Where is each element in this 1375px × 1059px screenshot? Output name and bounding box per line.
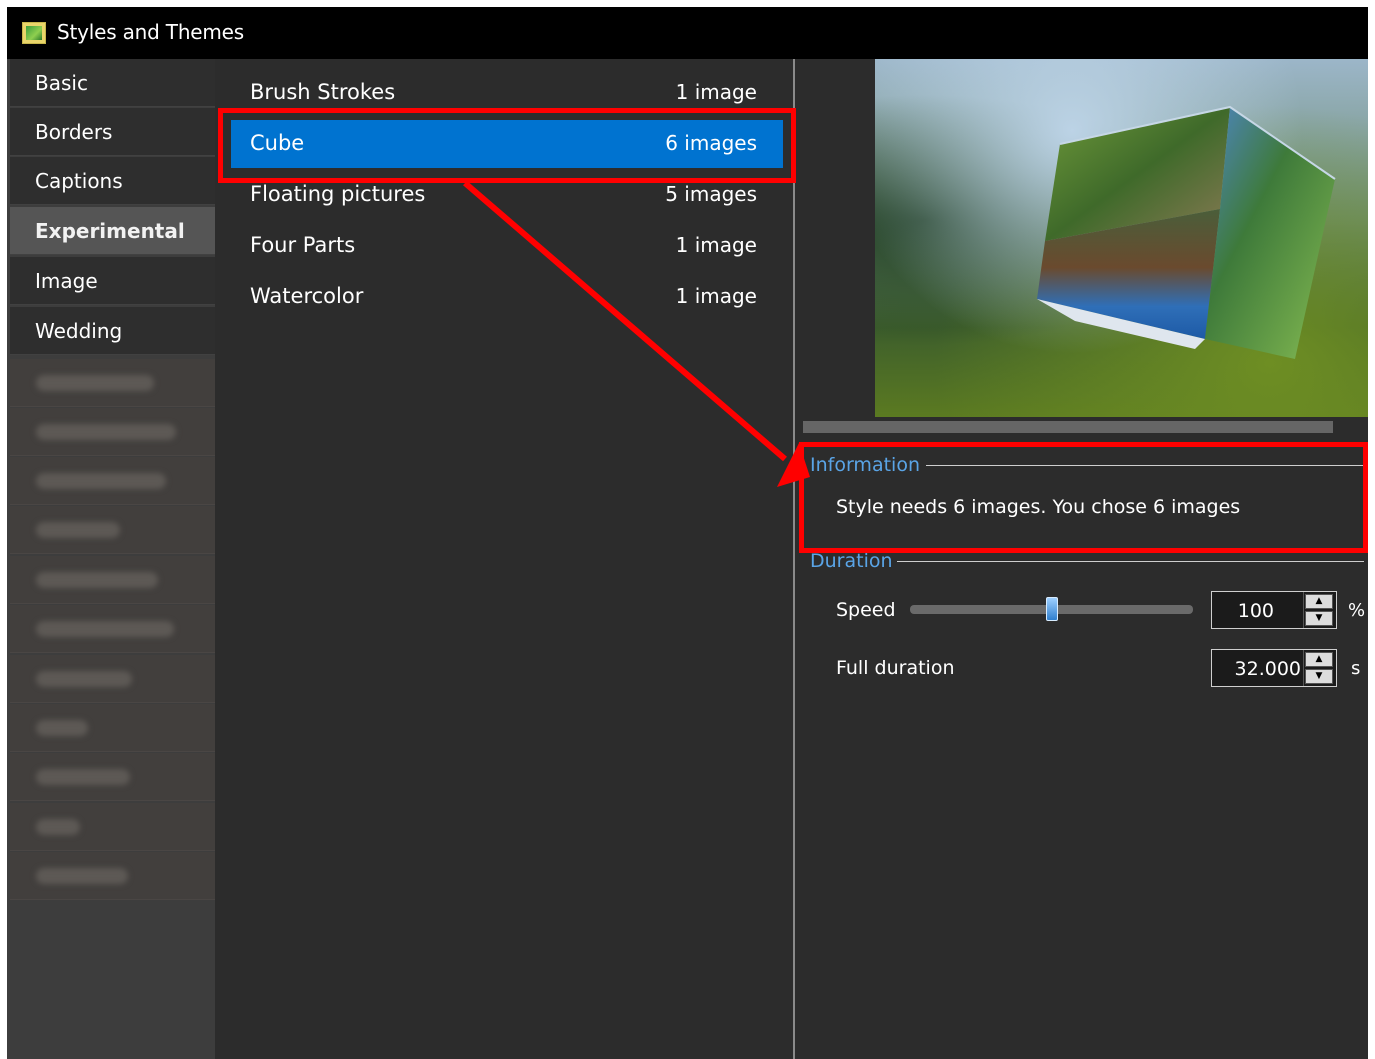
styles-and-themes-window: Styles and Themes Basic Borders Captions… bbox=[7, 7, 1368, 1059]
annotation-arrow bbox=[463, 180, 810, 487]
